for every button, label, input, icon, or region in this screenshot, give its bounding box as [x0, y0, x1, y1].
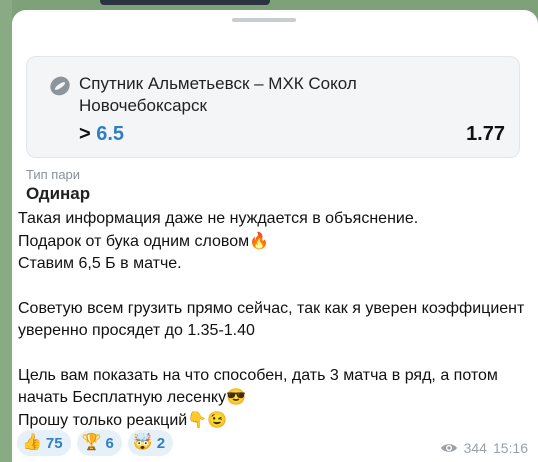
bet-card[interactable]: Спутник Альметьевск – МХК Сокол Новочебо…: [26, 56, 520, 158]
message-line: Ставим 6,5 Б в матче.: [18, 255, 182, 272]
reaction-thumbs-up[interactable]: 👍 75: [17, 430, 71, 456]
message-text: Такая информация даже не нуждается в объ…: [18, 208, 528, 432]
message-bubble: Спутник Альметьевск – МХК Сокол Новочебо…: [12, 10, 538, 462]
bet-type-label: Тип пари: [26, 167, 81, 182]
reaction-exploding-head[interactable]: 🤯 2: [127, 430, 174, 456]
bet-line: > 6.5: [79, 123, 124, 146]
view-count: 344: [463, 440, 487, 456]
reactions-bar: 👍 75 🏆 6 🤯 2: [17, 430, 174, 456]
top-panel-edge: [100, 0, 270, 5]
bet-type-value: Одинар: [26, 184, 91, 203]
message-meta: 344 15:16: [440, 440, 528, 456]
message-line: Подарок от бука одним словом🔥: [18, 232, 270, 250]
match-name: Спутник Альметьевск – МХК Сокол Новочебо…: [79, 74, 357, 115]
reaction-trophy[interactable]: 🏆 6: [76, 430, 122, 456]
eye-icon: [440, 444, 457, 452]
thumbs-up-icon: 👍: [22, 434, 42, 451]
bet-operator: >: [79, 123, 91, 145]
reaction-count: 75: [45, 434, 63, 452]
message-line: Цель вам показать на что способен, дать …: [18, 366, 498, 407]
hockey-puck-icon: [50, 76, 70, 96]
message-time: 15:16: [492, 440, 528, 456]
odds-value: 1.77: [466, 123, 505, 145]
message-line: Прошу только реакций👇😉: [18, 411, 228, 429]
message-line: Советую всем грузить прямо сейчас, так к…: [18, 299, 525, 340]
drag-handle[interactable]: [232, 18, 296, 22]
reaction-count: 6: [105, 434, 114, 452]
message-line: Такая информация даже не нуждается в объ…: [18, 210, 419, 227]
trophy-icon: 🏆: [81, 434, 102, 451]
bet-value: 6.5: [96, 123, 125, 145]
reaction-count: 2: [156, 434, 166, 452]
exploding-head-icon: 🤯: [132, 434, 153, 451]
chat-background: [0, 0, 12, 462]
